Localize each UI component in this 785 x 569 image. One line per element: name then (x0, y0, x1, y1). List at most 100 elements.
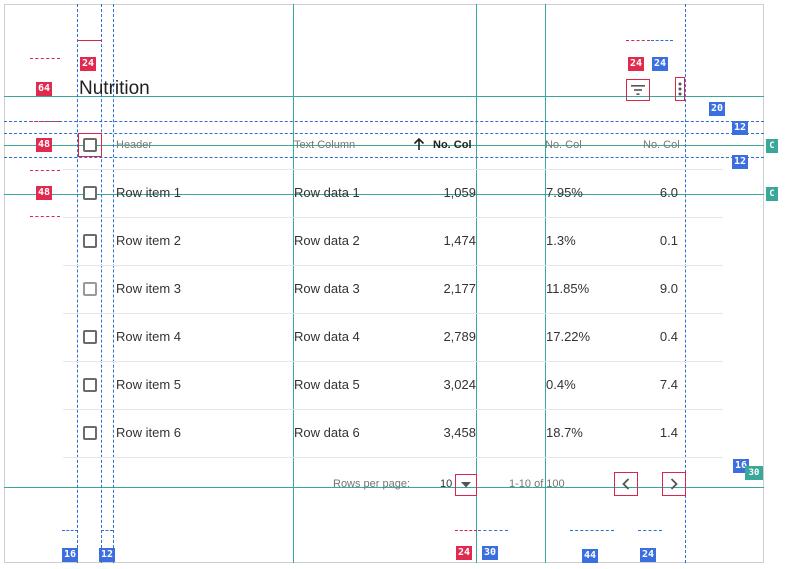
column-header-sorted[interactable]: No. Col (433, 139, 472, 151)
row-checkbox[interactable] (83, 330, 97, 344)
row-number: 3,024 (443, 377, 476, 392)
row-percent: 11.85% (546, 281, 590, 296)
spec-canvas: 64 48 48 24 24 24 20 12 12 C C 16 30 16 … (0, 0, 785, 569)
guide-line (62, 530, 78, 531)
row-percent: 17.22% (546, 329, 591, 344)
spec-badge-top-gap: 20 (709, 102, 726, 116)
row-checkbox[interactable] (83, 234, 97, 248)
spec-badge-toolbar-height: 64 (36, 82, 53, 96)
select-all-checkbox[interactable] (83, 138, 97, 152)
more-options-button[interactable] (675, 77, 685, 101)
row-divider (63, 265, 723, 266)
table-title: Nutrition (79, 78, 150, 99)
row-checkbox[interactable] (83, 378, 97, 392)
row-divider (63, 313, 723, 314)
row-percent: 18.7% (546, 425, 583, 440)
arrow-upward-icon[interactable] (413, 138, 425, 151)
filter-button[interactable] (626, 79, 650, 101)
row-name: Row item 5 (116, 377, 182, 392)
column-header-col3[interactable]: No. Col (643, 139, 680, 151)
spec-badge-marker: C (766, 139, 778, 153)
guide-line (30, 121, 60, 122)
row-divider (63, 409, 723, 410)
row-text: Row data 6 (294, 425, 360, 440)
more-vert-icon (678, 82, 682, 96)
guide-line (4, 121, 764, 122)
spec-badge-icon-gap: 24 (652, 57, 669, 71)
row-value: 9.0 (659, 281, 678, 296)
spec-badge-dropdown-size: 24 (456, 546, 473, 560)
guide-line (638, 530, 662, 531)
spec-badge-header-gap-bottom: 12 (732, 155, 749, 169)
spec-measure (78, 40, 102, 41)
spec-badge-marker: C (766, 187, 778, 201)
row-text: Row data 4 (294, 329, 360, 344)
guide-line (30, 58, 60, 59)
arrow-drop-down-icon (461, 482, 471, 488)
spec-badge-checkbox-gap: 12 (99, 548, 116, 562)
guide-line (101, 530, 113, 531)
row-number: 1,474 (443, 233, 476, 248)
row-divider (63, 361, 723, 362)
spec-badge-left-margin: 16 (62, 548, 79, 562)
row-number: 3,458 (443, 425, 476, 440)
row-number: 1,059 (443, 185, 476, 200)
rows-per-page-value[interactable]: 10 (440, 478, 452, 490)
row-number: 2,177 (443, 281, 476, 296)
row-text: Row data 5 (294, 377, 360, 392)
spec-badge-range-gap: 44 (582, 549, 599, 563)
row-number: 2,789 (443, 329, 476, 344)
row-checkbox[interactable] (83, 186, 97, 200)
row-divider (63, 457, 723, 458)
row-value: 0.1 (659, 233, 678, 248)
row-value: 7.4 (659, 377, 678, 392)
rows-per-page-dropdown[interactable] (455, 474, 477, 496)
spec-badge-dropdown-gap: 30 (482, 546, 499, 560)
chevron-right-icon (670, 478, 678, 490)
row-value: 0.4 (659, 329, 678, 344)
row-checkbox[interactable] (83, 282, 97, 296)
column-header-text[interactable]: Text Column (294, 139, 355, 151)
guide-line (77, 4, 78, 563)
row-checkbox[interactable] (83, 426, 97, 440)
guide-line (4, 157, 764, 158)
row-value: 1.4 (659, 425, 678, 440)
spec-badge-header-height: 48 (36, 138, 53, 152)
column-header-name[interactable]: Header (116, 139, 152, 151)
pagination-range: 1-10 of 100 (509, 478, 565, 490)
row-percent: 0.4% (546, 377, 576, 392)
column-header-col2[interactable]: No. Col (545, 139, 582, 151)
header-divider (63, 169, 723, 170)
row-percent: 1.3% (546, 233, 576, 248)
next-page-button[interactable] (662, 472, 686, 496)
guide-line (570, 530, 614, 531)
row-text: Row data 1 (294, 185, 360, 200)
spec-badge-checkbox-size: 24 (80, 57, 97, 71)
chevron-left-icon (622, 478, 630, 490)
guide-line (30, 170, 60, 171)
row-value: 6.0 (659, 185, 678, 200)
row-name: Row item 6 (116, 425, 182, 440)
spec-badge-header-gap: 12 (732, 121, 749, 135)
previous-page-button[interactable] (614, 472, 638, 496)
guide-line (478, 530, 508, 531)
row-name: Row item 1 (116, 185, 182, 200)
row-text: Row data 2 (294, 233, 360, 248)
guide-line (4, 133, 764, 134)
guide-line (651, 40, 673, 41)
row-divider (63, 217, 723, 218)
guide-line (626, 40, 650, 41)
spec-badge-chevron-size: 24 (640, 548, 657, 562)
row-text: Row data 3 (294, 281, 360, 296)
filter-list-icon (631, 85, 645, 95)
spec-badge-row-height: 48 (36, 186, 53, 200)
spec-badge-footer-side: 30 (745, 466, 763, 480)
spec-badge-icon-size: 24 (628, 57, 645, 71)
guide-line (455, 530, 477, 531)
row-name: Row item 3 (116, 281, 182, 296)
row-percent: 7.95% (546, 185, 583, 200)
row-name: Row item 4 (116, 329, 182, 344)
guide-line (30, 216, 60, 217)
row-name: Row item 2 (116, 233, 182, 248)
rows-per-page-label: Rows per page: (333, 478, 411, 490)
